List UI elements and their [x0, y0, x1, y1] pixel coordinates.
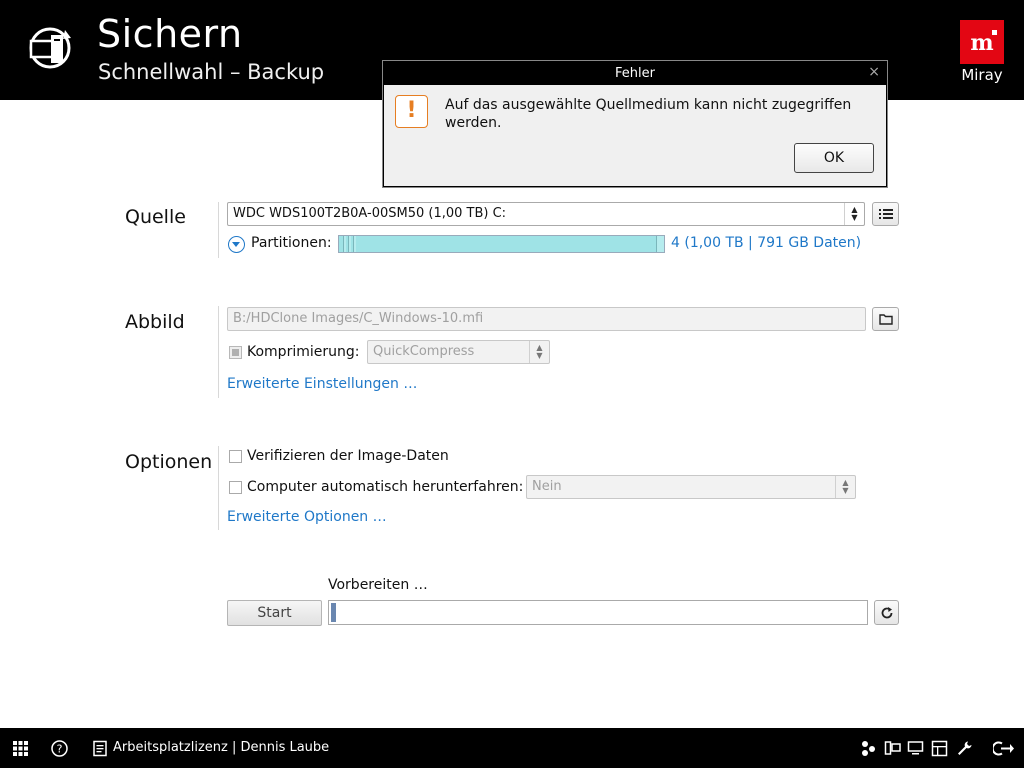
select-arrows-icon: ▲ ▼	[529, 341, 549, 363]
folder-icon	[878, 313, 893, 325]
progress-fill	[331, 603, 336, 622]
ok-button[interactable]: OK	[794, 143, 874, 173]
miray-logo: m	[960, 20, 1004, 64]
image-divider	[218, 306, 219, 398]
browse-folder-button[interactable]	[872, 307, 899, 331]
advanced-settings-link[interactable]: Erweiterte Einstellungen …	[227, 376, 417, 392]
shutdown-label: Computer automatisch herunterfahren:	[247, 479, 524, 495]
network-icon[interactable]	[860, 740, 877, 757]
license-text: Arbeitsplatzlizenz | Dennis Laube	[113, 740, 330, 755]
verify-label: Verifizieren der Image-Daten	[247, 448, 449, 464]
svg-text:?: ?	[57, 743, 63, 756]
advanced-options-link[interactable]: Erweiterte Optionen …	[227, 509, 387, 525]
select-arrows-icon: ▲ ▼	[835, 476, 855, 498]
dialog-message: Auf das ausgewählte Quellmedium kann nic…	[445, 97, 852, 131]
options-section-label: Optionen	[125, 451, 213, 473]
image-path-value: B:/HDClone Images/C_Windows-10.mfi	[233, 311, 484, 326]
source-section-label: Quelle	[125, 206, 186, 228]
partitions-bar[interactable]	[338, 235, 665, 253]
window-layout-icon[interactable]	[931, 740, 948, 757]
close-icon[interactable]: ×	[868, 64, 880, 80]
options-divider	[218, 446, 219, 530]
list-icon	[878, 209, 893, 219]
compression-value: QuickCompress	[373, 344, 475, 359]
wrench-icon[interactable]	[956, 740, 973, 757]
error-dialog: Fehler × ! Auf das ausgewählte Quellmedi…	[383, 61, 887, 187]
brand-name: Miray	[961, 66, 1003, 84]
select-arrows-icon: ▲ ▼	[844, 203, 864, 225]
source-divider	[218, 202, 219, 258]
license-doc-icon	[93, 740, 107, 757]
progress-bar	[328, 600, 868, 625]
image-path-field[interactable]: B:/HDClone Images/C_Windows-10.mfi	[227, 307, 866, 331]
partitions-info-link[interactable]: 4 (1,00 TB | 791 GB Daten)	[671, 235, 861, 251]
refresh-button[interactable]	[874, 600, 899, 625]
partition-segment	[343, 236, 346, 252]
brand: m Miray	[960, 20, 1004, 84]
grid-menu-icon[interactable]	[12, 740, 29, 757]
footer-bar: ? Arbeitsplatzlizenz | Dennis Laube	[0, 728, 1024, 768]
partition-segment	[348, 236, 351, 252]
computer-tools-icon[interactable]	[884, 740, 901, 757]
compression-checkbox[interactable]	[229, 346, 242, 359]
partition-segment	[353, 236, 356, 252]
backup-app-icon	[29, 27, 71, 69]
compression-select[interactable]: QuickCompress ▲ ▼	[367, 340, 550, 364]
shutdown-checkbox[interactable]	[229, 481, 242, 494]
page-title: Sichern	[97, 12, 243, 56]
verify-checkbox[interactable]	[229, 450, 242, 463]
source-drive-select[interactable]: WDC WDS100T2B0A-00SM50 (1,00 TB) C: ▲ ▼	[227, 202, 865, 226]
shutdown-value: Nein	[532, 479, 562, 494]
status-text: Vorbereiten …	[328, 577, 428, 593]
shutdown-select[interactable]: Nein ▲ ▼	[526, 475, 856, 499]
partitions-expand-icon[interactable]	[228, 236, 245, 253]
refresh-icon	[881, 606, 892, 618]
page-subtitle: Schnellwahl – Backup	[98, 60, 325, 84]
dialog-title: Fehler	[384, 62, 886, 85]
partition-segment	[656, 236, 664, 252]
help-icon[interactable]: ?	[51, 740, 68, 757]
drive-list-button[interactable]	[872, 202, 899, 226]
image-section-label: Abbild	[125, 311, 185, 333]
source-drive-value: WDC WDS100T2B0A-00SM50 (1,00 TB) C:	[233, 206, 507, 221]
start-button[interactable]: Start	[227, 600, 322, 626]
monitor-icon[interactable]	[907, 740, 924, 757]
exit-icon[interactable]	[993, 740, 1015, 757]
partitions-label: Partitionen:	[251, 235, 332, 251]
warning-icon: !	[395, 95, 428, 128]
compression-label: Komprimierung:	[247, 344, 360, 360]
